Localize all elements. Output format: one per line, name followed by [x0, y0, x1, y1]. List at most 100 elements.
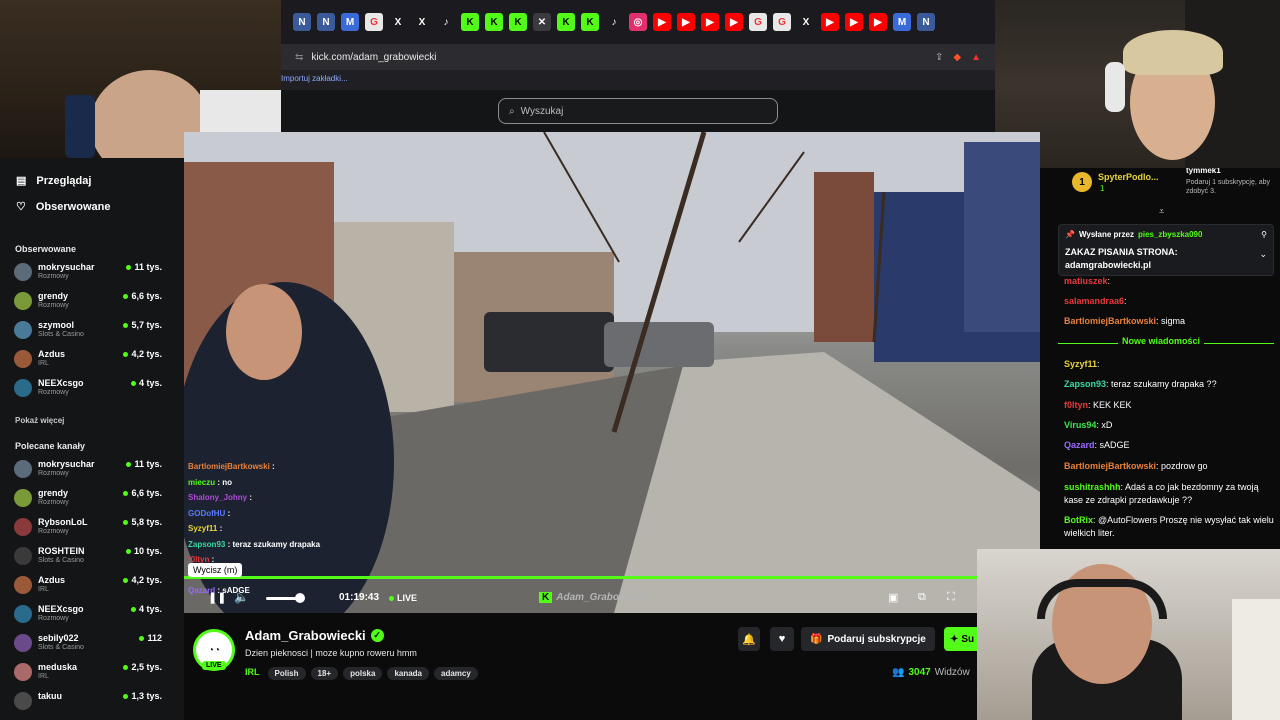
browser-tab-24[interactable]: ▶ [869, 13, 887, 31]
chevron-down-icon[interactable]: ⌄ [1259, 249, 1267, 260]
browser-tab-0[interactable]: N [293, 13, 311, 31]
chat-message[interactable]: matiuszek: [1064, 275, 1274, 288]
chat-username[interactable]: salamandraa6 [1064, 296, 1124, 306]
browser-tab-14[interactable]: ◎ [629, 13, 647, 31]
channel-item[interactable]: RybsonLoL Rozmowy 5,8 tys. [14, 517, 162, 541]
channel-item[interactable]: mokrysuchar Rozmowy 11 tys. [14, 262, 162, 286]
browser-tab-9[interactable]: K [509, 13, 527, 31]
browser-tab-19[interactable]: G [749, 13, 767, 31]
browser-tab-5[interactable]: X [413, 13, 431, 31]
chat-message[interactable]: BartlomiejBartkowski: pozdrow go [1064, 460, 1274, 473]
notifications-button[interactable]: 🔔 [738, 627, 760, 651]
channel-item[interactable]: grendy Rozmowy 6,6 tys. [14, 291, 162, 315]
chat-message[interactable]: salamandraa6: [1064, 295, 1274, 308]
stream-tag[interactable]: 18+ [310, 667, 339, 680]
chat-message[interactable]: Virus94: xD [1064, 419, 1274, 432]
chat-message[interactable]: f0ltyn: KEK KEK [1064, 399, 1274, 412]
channel-item[interactable]: grendy Rozmowy 6,6 tys. [14, 488, 162, 512]
video-player[interactable]: BartlomiejBartkowski : mieczu : no Shalony… [184, 132, 1040, 613]
chat-username[interactable]: f0ltyn [1064, 400, 1088, 410]
browser-tab-17[interactable]: ▶ [701, 13, 719, 31]
browser-tab-8[interactable]: K [485, 13, 503, 31]
chat-message[interactable]: BartlomiejBartkowski: sigma [1064, 315, 1274, 328]
channel-item[interactable]: mokrysuchar Rozmowy 11 tys. [14, 459, 162, 483]
gifter-name[interactable]: SpyterPodlo... [1098, 172, 1159, 182]
url-text[interactable]: kick.com/adam_grabowiecki [311, 52, 436, 63]
volume-icon[interactable]: 🔈 [234, 590, 249, 604]
browser-tab-23[interactable]: ▶ [845, 13, 863, 31]
channel-item[interactable]: Azdus IRL 4,2 tys. [14, 575, 162, 599]
stream-tag[interactable]: adamcy [434, 667, 478, 680]
volume-knob[interactable] [295, 593, 305, 603]
subscribe-button[interactable]: ✦ Su [944, 627, 977, 651]
collapse-icon[interactable]: ⩡ [1159, 206, 1164, 217]
chat-username[interactable]: Syzyf11 [1064, 359, 1097, 369]
browser-tab-6[interactable]: ♪ [437, 13, 455, 31]
channel-item[interactable]: ROSHTEIN Slots & Casino 10 tys. [14, 546, 162, 570]
chat-username[interactable]: Zapson93 [1064, 379, 1106, 389]
share-icon[interactable]: ⇪ [935, 52, 943, 63]
new-messages-divider[interactable]: Nowe wiadomości [1058, 336, 1274, 350]
gift-subs-button[interactable]: 🎁 Podaruj subskrypcje [801, 627, 935, 651]
browser-tab-16[interactable]: ▶ [677, 13, 695, 31]
brave-rewards-icon[interactable]: ▲ [971, 52, 981, 63]
browser-tab-18[interactable]: ▶ [725, 13, 743, 31]
browser-tab-13[interactable]: ♪ [605, 13, 623, 31]
fullscreen-icon[interactable]: ⛶ [947, 591, 955, 604]
chat-username[interactable]: Virus94 [1064, 420, 1096, 430]
pip-icon[interactable]: ⧉ [918, 591, 926, 604]
pinned-user[interactable]: pies_zbyszka090 [1138, 230, 1203, 239]
channel-item[interactable]: takuu 1,3 tys. [14, 691, 162, 715]
chat-message[interactable]: Qazard: sADGE [1064, 439, 1274, 452]
chat-username[interactable]: BotRix [1064, 515, 1093, 525]
nav-browse[interactable]: ▤ Przeglądaj [16, 174, 91, 188]
chat-message[interactable]: Syzyf11: [1064, 358, 1274, 371]
top-user[interactable]: tymmek1 [1186, 168, 1221, 175]
chat-username[interactable]: BartlomiejBartkowski [1064, 316, 1156, 326]
browser-tab-25[interactable]: M [893, 13, 911, 31]
chat-username[interactable]: matiuszek [1064, 276, 1108, 286]
show-more-link[interactable]: Pokaż więcej [15, 416, 64, 425]
channel-item[interactable]: sebily022 Slots & Casino 112 [14, 633, 162, 657]
channel-item[interactable]: meduska IRL 2,5 tys. [14, 662, 162, 686]
chat-message[interactable]: BotRix: @AutoFlowers Proszę nie wysyłać … [1064, 514, 1274, 540]
chat-message[interactable]: sushitrashhh: Adaś a co jak bezdomny za … [1064, 481, 1274, 507]
search-box[interactable]: ⌕ Wyszukaj [498, 98, 778, 124]
chat-username[interactable]: BartlomiejBartkowski [1064, 461, 1156, 471]
browser-tab-15[interactable]: ▶ [653, 13, 671, 31]
theater-mode-icon[interactable]: ▣ [888, 591, 898, 604]
import-bookmarks-link[interactable]: Importuj zakładki... [281, 74, 348, 83]
chat-username[interactable]: sushitrashhh [1064, 482, 1121, 492]
browser-tab-7[interactable]: K [461, 13, 479, 31]
stream-tag[interactable]: polska [343, 667, 383, 680]
browser-tab-26[interactable]: N [917, 13, 935, 31]
channel-item[interactable]: NEEXcsgo Rozmowy 4 tys. [14, 604, 162, 628]
browser-tab-22[interactable]: ▶ [821, 13, 839, 31]
stream-tag[interactable]: Polish [267, 667, 306, 680]
follow-button[interactable]: ♥ [770, 627, 794, 651]
browser-tab-11[interactable]: K [557, 13, 575, 31]
channel-item[interactable]: Azdus IRL 4,2 tys. [14, 349, 162, 373]
unpin-icon[interactable]: ⚲ [1261, 230, 1267, 239]
progress-bar[interactable] [184, 576, 977, 579]
site-info-icon[interactable]: ⇆ [295, 52, 303, 63]
browser-tab-10[interactable]: ✕ [533, 13, 551, 31]
live-indicator[interactable]: LIVE [389, 593, 417, 603]
chat-username[interactable]: Qazard [1064, 440, 1095, 450]
channel-item[interactable]: szymool Slots & Casino 5,7 tys. [14, 320, 162, 344]
browser-tab-12[interactable]: K [581, 13, 599, 31]
channel-item[interactable]: NEEXcsgo Rozmowy 4 tys. [14, 378, 162, 402]
search-input[interactable]: Wyszukaj [521, 106, 564, 117]
pause-icon[interactable]: ❚❚ [208, 591, 226, 604]
chat-message[interactable]: Zapson93: teraz szukamy drapaka ?? [1064, 378, 1274, 391]
browser-tab-2[interactable]: M [341, 13, 359, 31]
nav-following[interactable]: ♡ Obserwowane [16, 200, 110, 214]
category-link[interactable]: IRL [245, 667, 260, 677]
browser-tab-1[interactable]: N [317, 13, 335, 31]
streamer-name[interactable]: Adam_Grabowiecki [245, 628, 366, 643]
browser-tab-20[interactable]: G [773, 13, 791, 31]
pinned-message[interactable]: 📌 Wysłane przez pies_zbyszka090 ZAKAZ PI… [1058, 224, 1274, 276]
browser-tab-3[interactable]: G [365, 13, 383, 31]
browser-url-bar[interactable]: ⇆ kick.com/adam_grabowiecki ⇪ ◆ ▲ [281, 44, 995, 70]
stream-tag[interactable]: kanada [387, 667, 430, 680]
